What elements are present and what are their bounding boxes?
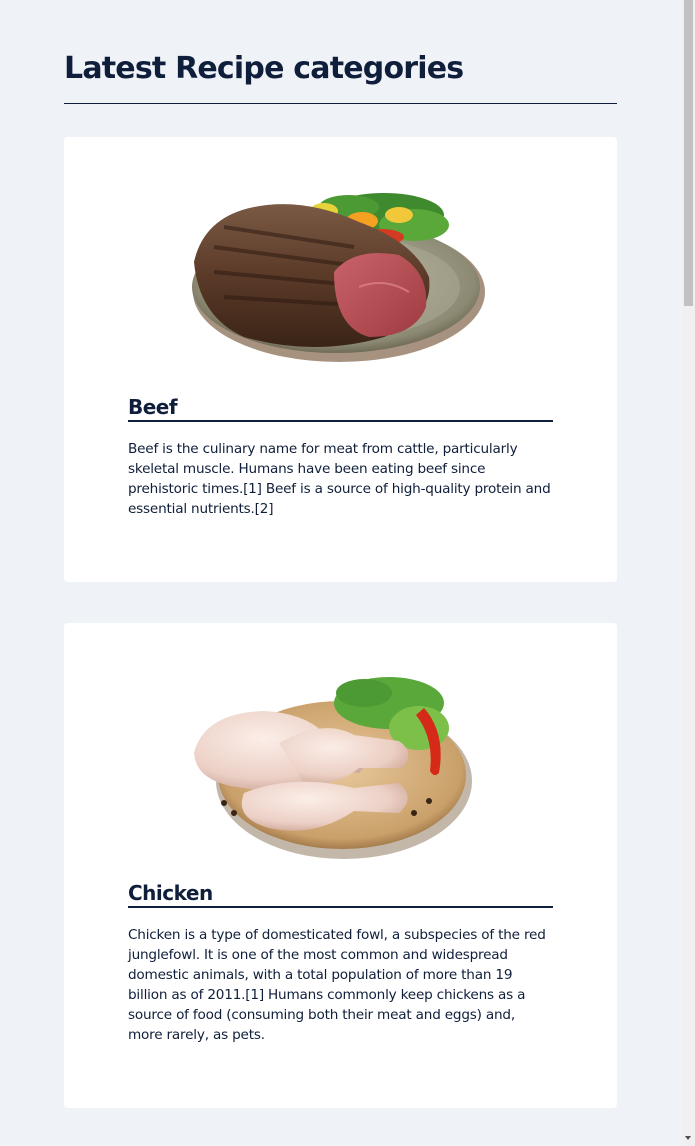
category-title[interactable]: Chicken: [128, 880, 213, 906]
title-divider: [64, 103, 617, 104]
category-title-divider: [128, 906, 553, 908]
page: Latest Recipe categories Beef Beef is th…: [0, 0, 682, 1146]
category-description: Beef is the culinary name for meat from …: [128, 441, 551, 517]
category-card-beef[interactable]: Beef Beef is the culinary name for meat …: [64, 137, 617, 582]
scroll-down-arrow-icon[interactable]: [685, 1136, 691, 1140]
page-title: Latest Recipe categories: [64, 51, 464, 86]
vertical-scrollbar[interactable]: [682, 0, 695, 1146]
category-description: Chicken is a type of domesticated fowl, …: [128, 927, 546, 1043]
category-card-chicken[interactable]: Chicken Chicken is a type of domesticate…: [64, 623, 617, 1108]
scrollbar-thumb[interactable]: [684, 0, 693, 306]
raw-chicken-board-image: [194, 677, 472, 859]
category-title-divider: [128, 420, 553, 422]
beef-steak-plate-image: [192, 193, 485, 362]
category-title[interactable]: Beef: [128, 394, 178, 420]
